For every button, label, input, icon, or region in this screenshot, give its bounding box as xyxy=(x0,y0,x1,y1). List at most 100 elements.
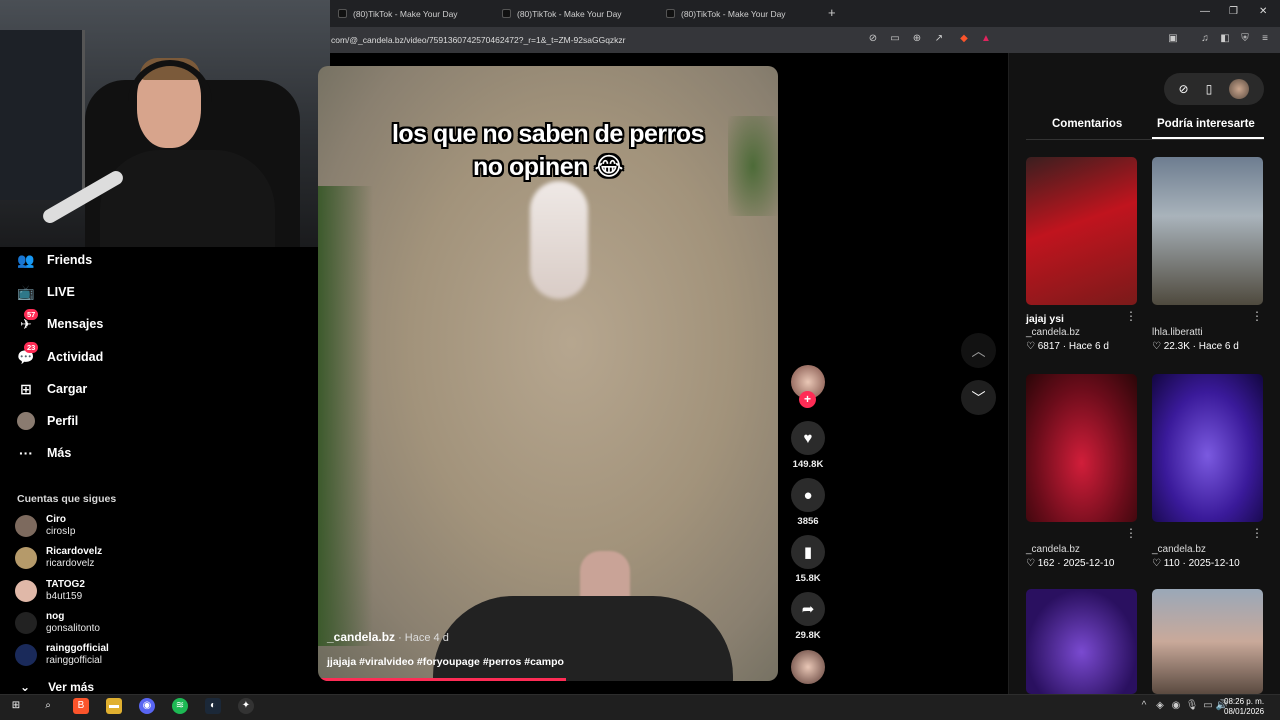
following-account[interactable]: Ciro cirosIp xyxy=(15,514,75,538)
sidebar-item-label: Perfil xyxy=(47,414,79,428)
zoom-icon[interactable]: ⊕ xyxy=(911,33,923,45)
microphone-icon[interactable]: 🎙 xyxy=(1184,698,1200,714)
avatar xyxy=(15,612,37,634)
previous-video-button[interactable]: ︿ xyxy=(961,333,996,368)
recommended-video-card[interactable] xyxy=(1152,589,1263,694)
sidebar-item-messages[interactable]: ✈ 57 Mensajes xyxy=(17,309,104,335)
sidebar-toggle-icon[interactable]: ▣ xyxy=(1167,33,1179,45)
browser-tab-3[interactable]: (80)TikTok - Make Your Day xyxy=(666,0,786,27)
following-account[interactable]: rainggofficial rainggofficial xyxy=(15,643,109,667)
restore-button[interactable]: ❐ xyxy=(1229,6,1238,17)
sidebar-item-label: LIVE xyxy=(47,285,75,299)
profile-icon xyxy=(17,412,35,430)
sidebar-item-activity[interactable]: 💬 23 Actividad xyxy=(17,342,103,368)
see-more-button[interactable]: ⌄ Ver más xyxy=(20,680,94,694)
following-account[interactable]: nog gonsalitonto xyxy=(15,611,100,635)
discord-icon[interactable]: ◉ xyxy=(139,698,155,714)
top-actions: ⊘ ▯ xyxy=(1164,73,1264,105)
windows-taskbar xyxy=(0,694,1280,720)
file-explorer-icon[interactable]: ▬ xyxy=(106,698,122,714)
tray-icon[interactable]: ◈ xyxy=(1152,698,1168,714)
steam-icon[interactable]: ◐ xyxy=(205,698,221,714)
video-thumbnail xyxy=(1026,157,1137,305)
tray-chevron-icon[interactable]: ^ xyxy=(1136,698,1152,714)
search-icon[interactable]: ⌕ xyxy=(40,698,56,714)
taskbar-clock[interactable]: 08:26 p. m. 08/01/2026 xyxy=(1224,697,1264,717)
compass-icon[interactable]: ⊘ xyxy=(1179,82,1189,96)
next-video-button[interactable]: ﹀ xyxy=(961,380,996,415)
recommended-video-card[interactable]: _candela.bz ♡ 162 · 2025-12-10 ⋮ xyxy=(1026,374,1137,569)
recommended-video-card[interactable]: lhla.liberatti ♡ 22.3K · Hace 6 d ⋮ xyxy=(1152,157,1263,352)
more-options-icon[interactable]: ⋮ xyxy=(1125,526,1137,540)
more-options-icon[interactable]: ⋮ xyxy=(1251,526,1263,540)
sidebar-item-live[interactable]: 📺 LIVE xyxy=(17,281,75,303)
more-options-icon[interactable]: ⋮ xyxy=(1251,309,1263,323)
url-field[interactable]: com/@_candela.bz/video/75913607425704624… xyxy=(331,35,626,45)
sidebar-item-profile[interactable]: Perfil xyxy=(17,410,78,432)
follow-button[interactable]: + xyxy=(799,391,816,408)
following-section-title: Cuentas que sigues xyxy=(17,493,117,505)
video-author[interactable]: _candela.bz · Hace 4 d xyxy=(327,630,449,644)
music-disc-icon[interactable] xyxy=(791,650,825,684)
recommended-video-card[interactable]: jajaj ysi _candela.bz ♡ 6817 · Hace 6 d … xyxy=(1026,157,1137,352)
tab-recommended[interactable]: Podría interesarte xyxy=(1157,118,1255,130)
upload-icon: ⊞ xyxy=(20,380,32,397)
spotify-icon[interactable]: ≋ xyxy=(172,698,188,714)
chevron-down-icon: ⌄ xyxy=(20,680,31,694)
webcam-overlay xyxy=(0,0,330,247)
sidebar-item-label: Mensajes xyxy=(47,317,104,331)
following-account[interactable]: Ricardovelz ricardovelz xyxy=(15,546,102,570)
app-icon[interactable]: ✦ xyxy=(238,698,254,714)
avatar xyxy=(15,515,37,537)
music-icon[interactable]: ♫ xyxy=(1199,33,1211,45)
tiktok-icon xyxy=(666,9,675,18)
browser-tab-2[interactable]: (80)TikTok - Make Your Day xyxy=(502,0,622,27)
sidebar-item-label: Cargar xyxy=(47,382,88,396)
user-avatar[interactable] xyxy=(1229,79,1250,99)
save-button[interactable]: ▮ 15.8K xyxy=(790,535,826,584)
tray-icon[interactable]: ◉ xyxy=(1168,698,1184,714)
following-account[interactable]: TATOG2 b4ut159 xyxy=(15,579,85,603)
sidebar-item-friends[interactable]: 👥 Friends xyxy=(17,249,92,271)
activity-badge: 23 xyxy=(24,342,39,353)
windows-start-icon[interactable]: ⊞ xyxy=(8,698,24,714)
bookmark-icon: ▮ xyxy=(791,535,825,569)
tab-label: (80)TikTok - Make Your Day xyxy=(517,8,622,19)
video-caption-overlay: los que no saben de perros no opinen 😂 xyxy=(391,120,705,181)
brave-browser-icon[interactable]: B xyxy=(73,698,89,714)
minimize-button[interactable]: — xyxy=(1200,6,1210,17)
recommended-video-card[interactable]: _candela.bz ♡ 110 · 2025-12-10 ⋮ xyxy=(1152,374,1263,569)
split-view-icon[interactable]: ◧ xyxy=(1219,33,1231,45)
brave-shield-icon[interactable]: ◆ xyxy=(958,33,970,45)
friends-icon: 👥 xyxy=(17,251,35,268)
active-tab-indicator xyxy=(1152,137,1264,139)
sidebar-item-more[interactable]: ··· Más xyxy=(17,442,71,464)
rewards-icon[interactable]: ▲ xyxy=(980,33,992,45)
recommended-video-card[interactable] xyxy=(1026,589,1137,694)
video-description: jjajaja #viralvideo #foryoupage #perros … xyxy=(327,656,564,668)
share-icon[interactable]: ↗ xyxy=(933,33,945,45)
screen: (80)TikTok - Make Your Day (80)TikTok - … xyxy=(0,0,1280,720)
comment-count: 3856 xyxy=(797,516,819,527)
pig-in-video xyxy=(530,181,588,299)
like-button[interactable]: ♥ 149.8K xyxy=(790,421,826,470)
share-button[interactable]: ➦ 29.8K xyxy=(790,592,826,641)
more-options-icon[interactable]: ⋮ xyxy=(1125,309,1137,323)
wallet-icon[interactable]: ⛨ xyxy=(1239,33,1251,45)
cast-icon[interactable]: ▭ xyxy=(889,33,901,45)
like-count: 149.8K xyxy=(792,459,824,470)
video-player[interactable]: los que no saben de perros no opinen 😂 _… xyxy=(318,66,778,681)
video-thumbnail xyxy=(1026,374,1137,522)
tracking-icon[interactable]: ⊘ xyxy=(867,33,879,45)
phone-icon[interactable]: ▯ xyxy=(1206,82,1213,96)
sidebar-item-upload[interactable]: ⊞ Cargar xyxy=(17,378,87,400)
tab-comments[interactable]: Comentarios xyxy=(1052,118,1122,130)
tiktok-icon xyxy=(502,9,511,18)
menu-icon[interactable]: ≡ xyxy=(1259,33,1271,45)
browser-tab-1[interactable]: (80)TikTok - Make Your Day xyxy=(338,0,458,27)
video-progress-bar[interactable] xyxy=(318,678,567,681)
comment-button[interactable]: ● 3856 xyxy=(790,478,826,527)
new-tab-button[interactable]: + xyxy=(828,5,836,20)
close-window-button[interactable]: ✕ xyxy=(1259,6,1267,17)
tab-label: (80)TikTok - Make Your Day xyxy=(353,8,458,19)
